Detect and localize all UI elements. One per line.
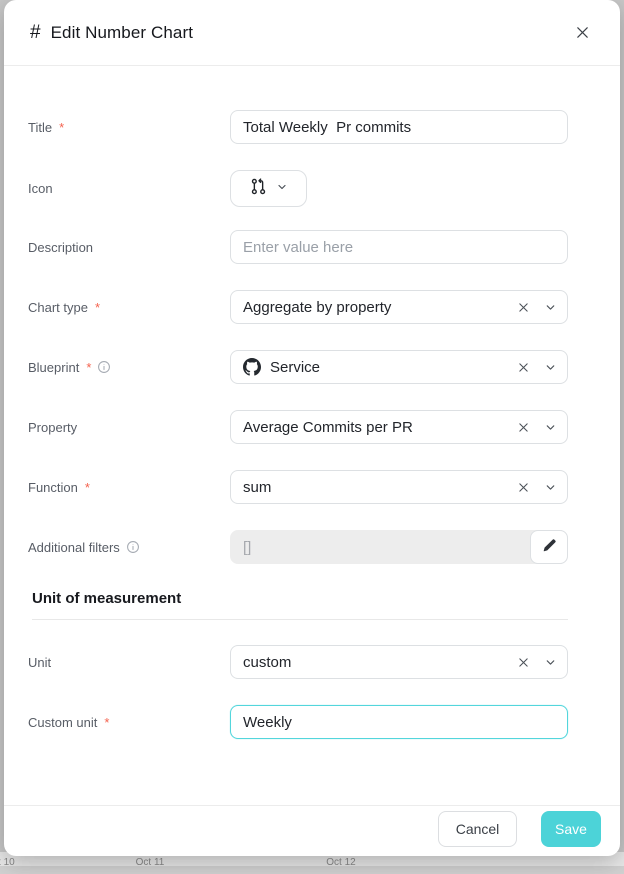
form-row-title: Title* — [28, 110, 568, 144]
title-input[interactable] — [230, 110, 568, 144]
section-divider — [32, 619, 568, 620]
info-icon[interactable] — [97, 360, 111, 374]
edit-filters-button[interactable] — [530, 530, 568, 564]
save-button[interactable]: Save — [541, 811, 601, 847]
modal-title: Edit Number Chart — [51, 23, 193, 43]
modal-footer: Cancel Save — [4, 805, 620, 856]
property-value: Average Commits per PR — [243, 419, 509, 436]
icon-picker-dropdown[interactable] — [230, 170, 307, 207]
form-row-blueprint: Blueprint* Service — [28, 350, 568, 384]
unit-label: Unit — [28, 655, 230, 670]
icon-label: Icon — [28, 181, 230, 196]
clear-icon[interactable] — [517, 301, 530, 314]
pencil-icon — [542, 538, 557, 556]
chevron-down-icon[interactable] — [544, 481, 557, 494]
additional-filters-input — [230, 530, 568, 564]
modal-header: # Edit Number Chart — [4, 0, 620, 66]
description-label: Description — [28, 240, 230, 255]
required-asterisk: * — [85, 480, 90, 495]
clear-icon[interactable] — [517, 421, 530, 434]
unit-value: custom — [243, 654, 509, 671]
function-label: Function* — [28, 480, 230, 495]
edit-number-chart-modal: # Edit Number Chart Title* Icon — [4, 0, 620, 856]
close-icon[interactable] — [568, 19, 596, 47]
function-value: sum — [243, 479, 509, 496]
chart-type-label: Chart type* — [28, 300, 230, 315]
background-band — [0, 866, 624, 874]
chevron-down-icon[interactable] — [544, 301, 557, 314]
background-axis-label: Oct 11 — [136, 857, 165, 868]
custom-unit-label: Custom unit* — [28, 715, 230, 730]
section-heading-unit-of-measurement: Unit of measurement — [32, 590, 568, 607]
number-chart-icon: # — [30, 22, 41, 44]
required-asterisk: * — [59, 120, 64, 135]
form-row-unit: Unit custom — [28, 645, 568, 679]
background-axis-label: Oct 10 — [0, 857, 15, 868]
title-label: Title* — [28, 120, 230, 135]
clear-icon[interactable] — [517, 361, 530, 374]
property-label: Property — [28, 420, 230, 435]
form-row-custom-unit: Custom unit* — [28, 705, 568, 739]
blueprint-select[interactable]: Service — [230, 350, 568, 384]
blueprint-label: Blueprint* — [28, 360, 230, 375]
function-select[interactable]: sum — [230, 470, 568, 504]
form-row-function: Function* sum — [28, 470, 568, 504]
property-select[interactable]: Average Commits per PR — [230, 410, 568, 444]
chart-type-value: Aggregate by property — [243, 299, 509, 316]
form-row-chart-type: Chart type* Aggregate by property — [28, 290, 568, 324]
form-row-additional-filters: Additional filters — [28, 530, 568, 564]
background-axis-label: Oct 12 — [326, 857, 355, 868]
custom-unit-input[interactable] — [230, 705, 568, 739]
chart-type-select[interactable]: Aggregate by property — [230, 290, 568, 324]
cancel-button[interactable]: Cancel — [438, 811, 517, 847]
form-row-icon: Icon — [28, 170, 568, 207]
chevron-down-icon[interactable] — [544, 361, 557, 374]
modal-body: Title* Icon — [4, 66, 620, 805]
required-asterisk: * — [95, 300, 100, 315]
info-icon[interactable] — [126, 540, 140, 554]
chevron-down-icon — [276, 180, 288, 198]
required-asterisk: * — [104, 715, 109, 730]
git-pull-request-icon — [250, 178, 267, 200]
chevron-down-icon[interactable] — [544, 421, 557, 434]
required-asterisk: * — [86, 360, 91, 375]
chevron-down-icon[interactable] — [544, 656, 557, 669]
github-icon — [243, 358, 261, 376]
blueprint-value: Service — [270, 359, 509, 376]
clear-icon[interactable] — [517, 481, 530, 494]
unit-select[interactable]: custom — [230, 645, 568, 679]
description-input[interactable] — [230, 230, 568, 264]
additional-filters-label: Additional filters — [28, 540, 230, 555]
form-row-property: Property Average Commits per PR — [28, 410, 568, 444]
clear-icon[interactable] — [517, 656, 530, 669]
form-row-description: Description — [28, 230, 568, 264]
